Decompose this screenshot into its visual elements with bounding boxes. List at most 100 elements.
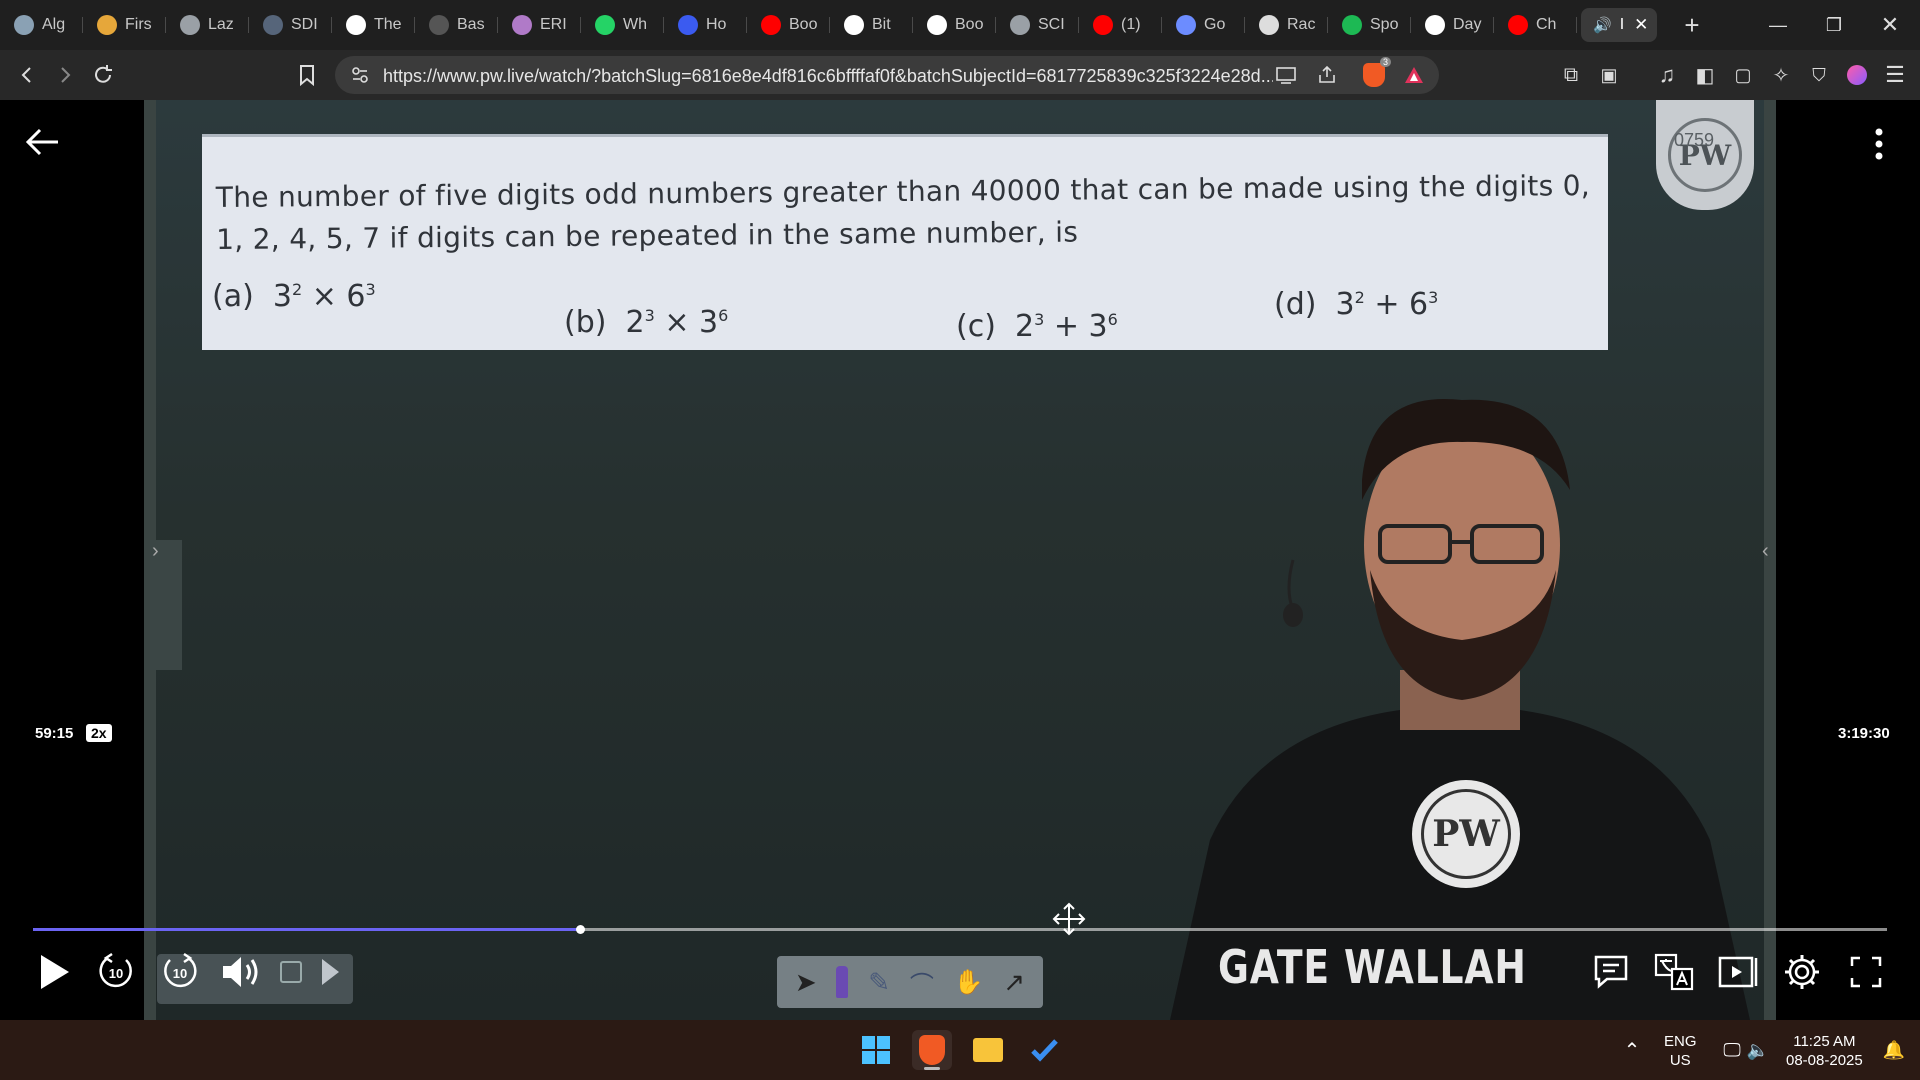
taskbar-brave[interactable] [912,1030,952,1070]
seek-thumb[interactable] [575,925,585,934]
tab-6[interactable]: ERI [498,8,581,42]
pointer-icon[interactable]: ➤ [795,967,817,998]
tab-label: Bas [457,16,485,33]
annotation-toolbar: ➤ ✎ ⌒ ✋ ↗ [777,956,1043,1008]
tab-10[interactable]: Bit [830,8,913,42]
brave-rewards-icon[interactable] [1403,65,1425,85]
forward-nav-button[interactable] [50,60,80,90]
browser-toolbar: https://www.pw.live/watch/?batchSlug=681… [0,50,1920,100]
tab-label: Boo [789,16,818,33]
start-button[interactable] [856,1030,896,1070]
puzzle-icon: ⧉ [1563,63,1579,86]
arrow-tool-icon[interactable]: ↗ [1003,967,1025,998]
highlighter-icon[interactable]: ⌒ [910,965,934,1000]
tab-active[interactable]: 🔊 I ✕ [1581,8,1657,42]
move-icon[interactable] [1052,902,1086,936]
current-time: 59:15 [35,725,74,742]
settings-button[interactable] [1782,950,1822,994]
tray-overflow[interactable]: ⌃ [1612,1030,1652,1070]
vpn-button[interactable]: ⛉ [1804,60,1834,90]
site-settings-icon[interactable] [351,66,369,84]
option-b: (b) 23 × 36 [564,305,729,340]
profile-avatar-icon [1847,65,1867,85]
sidebar-button[interactable]: ◧ [1690,60,1720,90]
option-a: (a) 32 × 63 [212,279,376,314]
tab-label: Bit [872,16,891,33]
hand-icon[interactable]: ✋ [954,968,984,997]
playback-speed-badge[interactable]: 2x [86,724,112,742]
seek-bar[interactable] [33,925,1887,934]
new-tab-button[interactable]: + [1677,10,1707,41]
play-button[interactable] [34,950,74,994]
next-icon[interactable] [318,950,342,994]
gear-icon [1785,955,1819,989]
minimize-button[interactable]: — [1750,0,1806,50]
fullscreen-button[interactable] [1848,950,1884,994]
tab-label: Wh [623,16,647,33]
pen-icon[interactable]: ✎ [868,967,890,998]
tab-18[interactable]: Ch [1494,8,1577,42]
taskbar-file-explorer[interactable] [968,1030,1008,1070]
reader-mode-button[interactable]: ▣ [1594,60,1624,90]
tab-13[interactable]: (1) [1079,8,1162,42]
notification-bell-icon[interactable]: 🔔 [1874,1030,1914,1070]
picture-in-picture-button[interactable] [1718,950,1758,994]
tab-9[interactable]: Boo [747,8,830,42]
tab-12[interactable]: SCI [996,8,1079,42]
music-note-icon: ♫ [1658,62,1676,87]
chevron-right-icon [61,67,71,83]
wallet-button[interactable]: ▢ [1728,60,1758,90]
reload-button[interactable] [88,60,118,90]
volume-button[interactable] [218,950,266,994]
tab-16[interactable]: Spo [1328,8,1411,42]
reload-icon [95,65,112,83]
system-clock[interactable]: 11:25 AM 08-08-2025 [1786,1032,1863,1070]
translate-button[interactable] [1654,950,1694,994]
seal-number: 0759 [1674,130,1715,150]
tab-15[interactable]: Rac [1245,8,1328,42]
more-vertical-icon[interactable] [1864,124,1894,164]
close-tab-icon[interactable]: ✕ [1634,15,1648,35]
pip-icon [1718,956,1758,988]
address-bar[interactable]: https://www.pw.live/watch/?batchSlug=681… [335,56,1439,94]
tab-8[interactable]: Ho [664,8,747,42]
language-indicator[interactable]: ENG US [1664,1032,1697,1070]
forward-10-button[interactable]: 10 [158,950,202,994]
tab-5[interactable]: Bas [415,8,498,42]
rewind-10-button[interactable]: 10 [94,950,138,994]
menu-button[interactable]: ☰ [1880,60,1910,90]
share-icon[interactable] [1317,65,1337,85]
tab-4[interactable]: The [332,8,415,42]
volume-tray-icon[interactable]: 🔈 [1738,1030,1778,1070]
tab-11[interactable]: Boo [913,8,996,42]
back-nav-button[interactable] [12,60,42,90]
marker-icon[interactable] [836,966,849,998]
checkmark-icon [1031,1039,1058,1062]
bookmark-button[interactable] [292,60,322,90]
tab-3[interactable]: SDI [249,8,332,42]
arrow-left-icon[interactable] [22,122,62,162]
url-text[interactable]: https://www.pw.live/watch/?batchSlug=681… [383,66,1273,87]
restore-button[interactable]: ❐ [1806,0,1862,50]
leo-ai-button[interactable]: ✧ [1766,60,1796,90]
brave-shields-icon[interactable]: 3 [1363,57,1391,87]
tab-0[interactable]: Alg [0,8,83,42]
cast-icon[interactable] [1275,66,1297,84]
speaker-icon[interactable]: 🔊 [1593,16,1612,34]
tab-label: Boo [955,16,984,33]
play-icon [41,955,69,989]
tab-17[interactable]: Day [1411,8,1494,42]
tab-2[interactable]: Laz [166,8,249,42]
tab-14[interactable]: Go [1162,8,1245,42]
video-player[interactable]: › ‹ The number of five digits odd number… [0,100,1920,1020]
close-window-button[interactable]: ✕ [1862,0,1918,50]
taskbar-todo[interactable] [1024,1030,1064,1070]
tab-7[interactable]: Wh [581,8,664,42]
chat-button[interactable] [1592,950,1630,994]
profile-button[interactable] [1842,60,1872,90]
extensions-button[interactable]: ⧉ [1556,60,1586,90]
tab-1[interactable]: Firs [83,8,166,42]
spotify-icon [1342,15,1362,35]
media-button[interactable]: ♫ [1652,60,1682,90]
presenter-image [1170,399,1750,1020]
